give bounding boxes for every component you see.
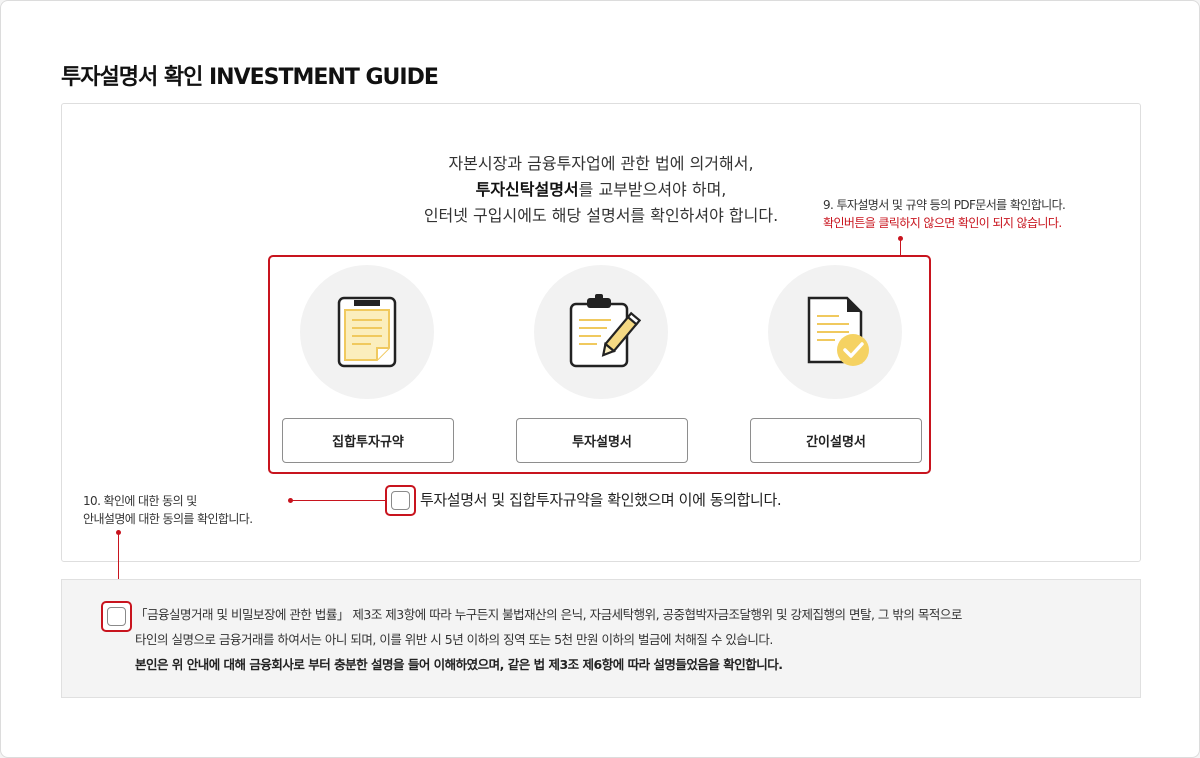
legal-confirm-checkbox[interactable] xyxy=(107,607,126,626)
note-9-connector xyxy=(900,239,901,256)
document-check-icon-circle xyxy=(768,265,902,399)
document-icon-circle xyxy=(300,265,434,399)
note-10-connector-horizontal xyxy=(292,500,385,501)
note-9-line-1: 9. 투자설명서 및 규약 등의 PDF문서를 확인합니다. xyxy=(823,198,1066,212)
legal-line-3: 본인은 위 안내에 대해 금융회사로 부터 충분한 설명을 들어 이해하였으며,… xyxy=(135,657,783,672)
legal-checkbox-highlight xyxy=(101,601,132,632)
legal-line-2: 타인의 실명으로 금융거래를 하여서는 아니 되며, 이를 위반 시 5년 이하… xyxy=(135,632,773,647)
view-summary-button[interactable]: 간이설명서 xyxy=(750,418,922,463)
agree-checkbox[interactable] xyxy=(391,491,410,510)
note-9-line-2: 확인버튼을 클릭하지 않으면 확인이 되지 않습니다. xyxy=(823,216,1062,230)
note-9: 9. 투자설명서 및 규약 등의 PDF문서를 확인합니다. 확인버튼을 클릭하… xyxy=(823,196,1066,232)
agree-checkbox-highlight xyxy=(385,485,416,516)
view-prospectus-button[interactable]: 투자설명서 xyxy=(516,418,688,463)
document-icon xyxy=(337,296,397,368)
page: 투자설명서 확인 INVESTMENT GUIDE 자본시장과 금융투자업에 관… xyxy=(0,0,1200,758)
intro-line-2-rest: 를 교부받으셔야 하며, xyxy=(578,180,727,199)
agree-label: 투자설명서 및 집합투자규약을 확인했으며 이에 동의합니다. xyxy=(420,491,782,509)
note-10-line-2: 안내설명에 대한 동의를 확인합니다. xyxy=(83,512,253,526)
document-check-icon xyxy=(807,296,869,366)
clipboard-pen-icon xyxy=(569,294,641,368)
legal-notice-text: 「금융실명거래 및 비밀보장에 관한 법률」 제3조 제3항에 따라 누구든지 … xyxy=(135,602,1125,677)
intro-emphasis: 투자신탁설명서 xyxy=(475,180,579,199)
note-10: 10. 확인에 대한 동의 및 안내설명에 대한 동의를 확인합니다. xyxy=(83,492,253,528)
legal-line-1: 「금융실명거래 및 비밀보장에 관한 법률」 제3조 제3항에 따라 누구든지 … xyxy=(135,607,962,622)
intro-line-1: 자본시장과 금융투자업에 관한 법에 의거해서, xyxy=(448,154,754,173)
note-10-line-1: 10. 확인에 대한 동의 및 xyxy=(83,494,197,508)
clipboard-icon-circle xyxy=(534,265,668,399)
page-title: 투자설명서 확인 INVESTMENT GUIDE xyxy=(61,65,439,90)
view-rules-button[interactable]: 집합투자규약 xyxy=(282,418,454,463)
